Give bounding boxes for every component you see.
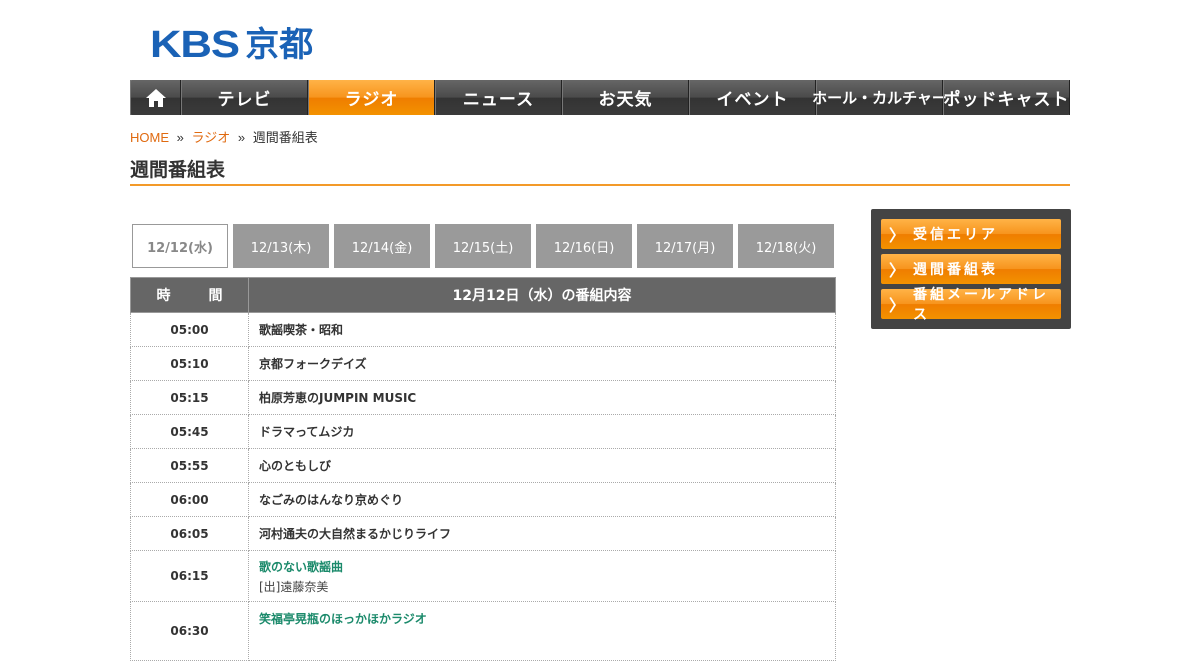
logo-kanji: 京都 [245,25,314,65]
table-header-row: 時 間 12月12日（水）の番組内容 [130,277,836,313]
program-time: 05:45 [130,414,249,449]
program-time: 05:15 [130,380,249,415]
program-time: 05:10 [130,346,249,381]
table-row: 05:45 ドラマってムジカ [130,414,836,449]
day-tab[interactable]: 12/16(日) [536,224,632,268]
program-cell: 笑福亭晃瓶のほっかほかラジオ [248,601,836,661]
column-header-time: 時 間 [130,277,249,313]
program-cast: [出]遠藤奈美 [259,579,329,594]
main-nav: テレビ ラジオ ニュース お天気 イベント ホール・カルチャー ポッドキャスト [130,80,1070,115]
program-schedule-table: 時 間 12月12日（水）の番組内容 05:00 歌謡喫茶・昭和 05:10 京… [130,277,836,661]
chevron-right-icon: 〉 [889,226,906,245]
breadcrumb-separator: » [176,130,184,145]
day-tab[interactable]: 12/18(火) [738,224,834,268]
nav-event[interactable]: イベント [689,80,816,115]
program-title-link[interactable]: 歌のない歌謡曲 [259,558,825,575]
table-row: 06:05 河村通夫の大自然まるかじりライフ [130,516,836,551]
program-title: なごみのはんなり京めぐり [248,482,836,517]
nav-weather[interactable]: お天気 [562,80,689,115]
page-title: 週間番組表 [130,155,1070,186]
breadcrumb-separator: » [237,130,246,145]
program-cell: 歌のない歌謡曲 [出]遠藤奈美 [248,550,836,602]
program-time: 05:00 [130,312,249,347]
program-time: 06:30 [130,601,249,661]
program-title: 柏原芳恵のJUMPIN MUSIC [248,380,836,415]
table-row: 05:15 柏原芳恵のJUMPIN MUSIC [130,380,836,415]
program-title: 河村通夫の大自然まるかじりライフ [248,516,836,551]
nav-podcast[interactable]: ポッドキャスト [943,80,1070,115]
day-tabs: 12/12(水) 12/13(木) 12/14(金) 12/15(土) 12/1… [132,224,834,268]
table-row: 06:30 笑福亭晃瓶のほっかほかラジオ [130,601,836,661]
breadcrumb-radio[interactable]: ラジオ [191,130,230,145]
program-time: 06:05 [130,516,249,551]
breadcrumb-current: 週間番組表 [252,130,318,145]
day-tab[interactable]: 12/14(金) [334,224,430,268]
program-email-button[interactable]: 〉 番組メールアドレス [881,287,1061,323]
logo-latin: KBS [150,24,240,66]
nav-radio[interactable]: ラジオ [308,80,435,115]
program-time: 05:55 [130,448,249,483]
chevron-right-icon: 〉 [889,296,906,315]
breadcrumb-home[interactable]: HOME [130,130,169,145]
column-header-program: 12月12日（水）の番組内容 [248,277,836,313]
nav-news[interactable]: ニュース [435,80,562,115]
table-row: 06:00 なごみのはんなり京めぐり [130,482,836,517]
side-button-label: 番組メールアドレス [913,287,1050,323]
nav-hall-culture[interactable]: ホール・カルチャー [812,80,947,115]
program-title-link[interactable]: 笑福亭晃瓶のほっかほかラジオ [259,610,825,627]
program-time: 06:00 [130,482,249,517]
table-row: 06:15 歌のない歌謡曲 [出]遠藤奈美 [130,550,836,602]
side-button-label: 受信エリア [913,227,999,243]
table-row: 05:00 歌謡喫茶・昭和 [130,312,836,347]
program-title: 京都フォークデイズ [248,346,836,381]
chevron-right-icon: 〉 [889,261,906,280]
table-row: 05:55 心のともしび [130,448,836,483]
day-tab[interactable]: 12/15(土) [435,224,531,268]
reception-area-button[interactable]: 〉 受信エリア [881,219,1061,249]
house-icon [145,88,166,107]
nav-home[interactable] [130,80,181,115]
program-title: 心のともしび [248,448,836,483]
kbs-kyoto-logo[interactable]: KBS 京都 [150,24,314,66]
sidebar-menu: 〉 受信エリア 〉 週間番組表 〉 番組メールアドレス [871,209,1071,329]
program-title: 歌謡喫茶・昭和 [248,312,836,347]
table-row: 05:10 京都フォークデイズ [130,346,836,381]
day-tab[interactable]: 12/12(水) [132,224,228,268]
nav-tv[interactable]: テレビ [181,80,308,115]
side-button-label: 週間番組表 [913,262,999,278]
day-tab[interactable]: 12/13(木) [233,224,329,268]
weekly-schedule-button[interactable]: 〉 週間番組表 [881,254,1061,284]
program-time: 06:15 [130,550,249,602]
program-title: ドラマってムジカ [248,414,836,449]
day-tab[interactable]: 12/17(月) [637,224,733,268]
breadcrumb: HOME » ラジオ » 週間番組表 [130,127,318,146]
